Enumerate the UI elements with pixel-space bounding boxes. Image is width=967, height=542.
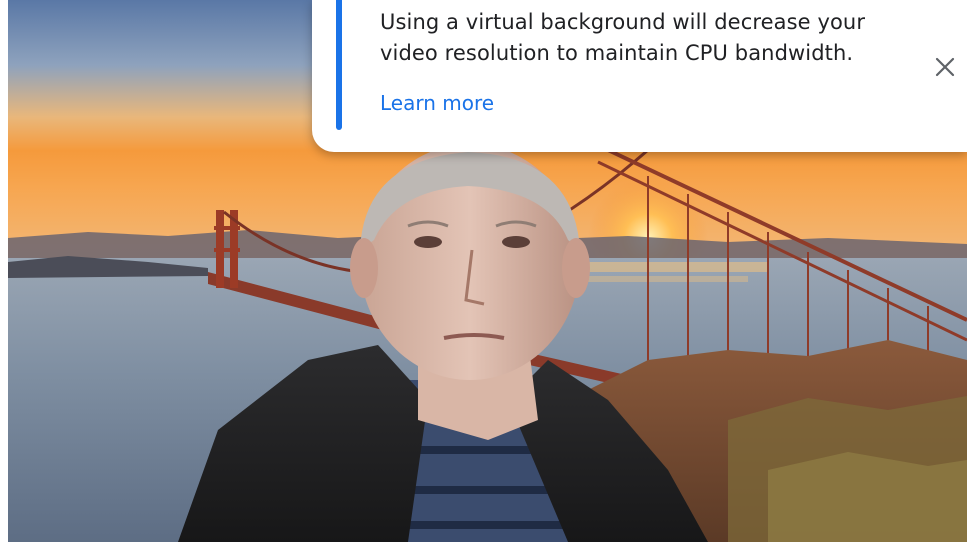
virtual-background-notification: Using a virtual background will decrease… xyxy=(312,0,967,152)
notification-accent-bar xyxy=(336,0,342,130)
notification-message: Using a virtual background will decrease… xyxy=(380,7,920,69)
video-call-stage: Using a virtual background will decrease… xyxy=(0,0,967,542)
close-notification-button[interactable] xyxy=(930,52,960,82)
close-icon xyxy=(935,57,955,77)
learn-more-link[interactable]: Learn more xyxy=(380,88,494,118)
notification-message-line-1: Using a virtual background will decrease… xyxy=(380,10,866,34)
notification-message-line-2: video resolution to maintain CPU bandwid… xyxy=(380,41,854,65)
